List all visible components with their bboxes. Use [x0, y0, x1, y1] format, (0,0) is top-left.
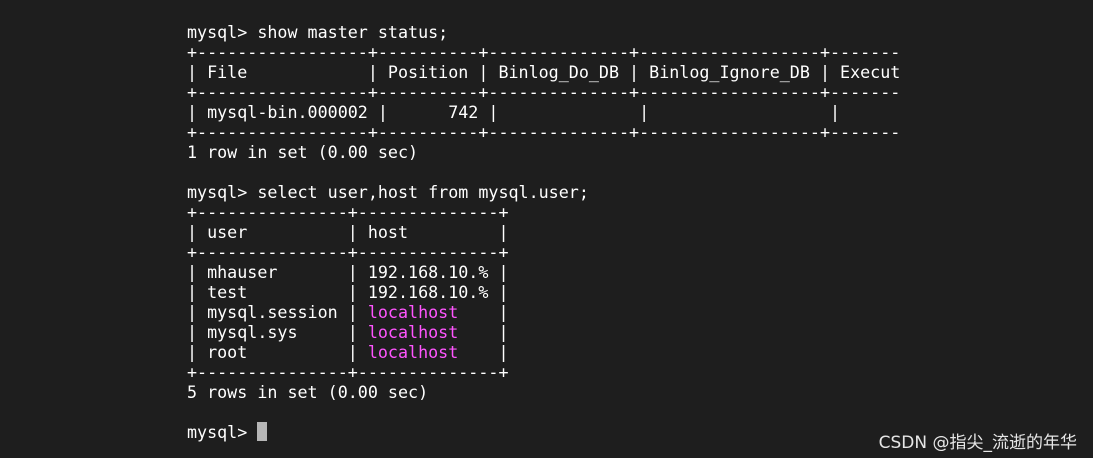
prompt: mysql>	[187, 422, 258, 442]
table-row: | mhauser | 192.168.10.% |	[187, 262, 509, 282]
row-host-cell: localhost	[367, 342, 459, 362]
master-status-row: | mysql-bin.000002 | 742 | | |	[187, 102, 841, 122]
users-header: | user | host |	[187, 222, 509, 242]
row-host-cell: localhost	[367, 322, 459, 342]
watermark: CSDN @指尖_流逝的年华	[878, 433, 1077, 453]
active-prompt-line[interactable]: mysql>	[187, 422, 268, 442]
table-row: | mysql.session | localhost |	[187, 302, 509, 322]
result-summary-1: 1 row in set (0.00 sec)	[187, 142, 419, 162]
row-user-cell: | test |	[187, 282, 368, 302]
table-row: | root | localhost |	[187, 342, 509, 362]
prompt: mysql>	[187, 182, 258, 202]
text-cursor[interactable]	[257, 422, 268, 441]
row-border: |	[488, 282, 509, 302]
row-host-cell: localhost	[367, 302, 459, 322]
row-user-cell: | root |	[187, 342, 368, 362]
row-user-cell: | mysql.session |	[187, 302, 368, 322]
row-border: |	[488, 262, 509, 282]
row-border: |	[458, 322, 509, 342]
row-border: |	[458, 302, 509, 322]
command-line-1: mysql> show master status;	[187, 22, 448, 42]
users-border-top: +---------------+--------------+	[187, 202, 509, 222]
users-border-bottom: +---------------+--------------+	[187, 362, 509, 382]
row-border: |	[458, 342, 509, 362]
row-host-cell: 192.168.10.%	[367, 262, 489, 282]
master-status-border-mid: +-----------------+----------+----------…	[187, 82, 901, 102]
table-row: | mysql.sys | localhost |	[187, 322, 509, 342]
terminal-window[interactable]: mysql> show master status; +------------…	[0, 0, 1093, 458]
row-user-cell: | mhauser |	[187, 262, 368, 282]
master-status-border-bottom: +-----------------+----------+----------…	[187, 122, 901, 142]
prompt: mysql>	[187, 22, 258, 42]
command-text: select user,host from mysql.user;	[257, 182, 589, 202]
row-host-cell: 192.168.10.%	[367, 282, 489, 302]
users-border-mid: +---------------+--------------+	[187, 242, 509, 262]
master-status-border-top: +-----------------+----------+----------…	[187, 42, 901, 62]
command-text: show master status;	[257, 22, 449, 42]
table-row: | test | 192.168.10.% |	[187, 282, 509, 302]
command-line-2: mysql> select user,host from mysql.user;	[187, 182, 589, 202]
result-summary-2: 5 rows in set (0.00 sec)	[187, 382, 429, 402]
row-user-cell: | mysql.sys |	[187, 322, 368, 342]
master-status-header: | File | Position | Binlog_Do_DB | Binlo…	[187, 62, 901, 82]
